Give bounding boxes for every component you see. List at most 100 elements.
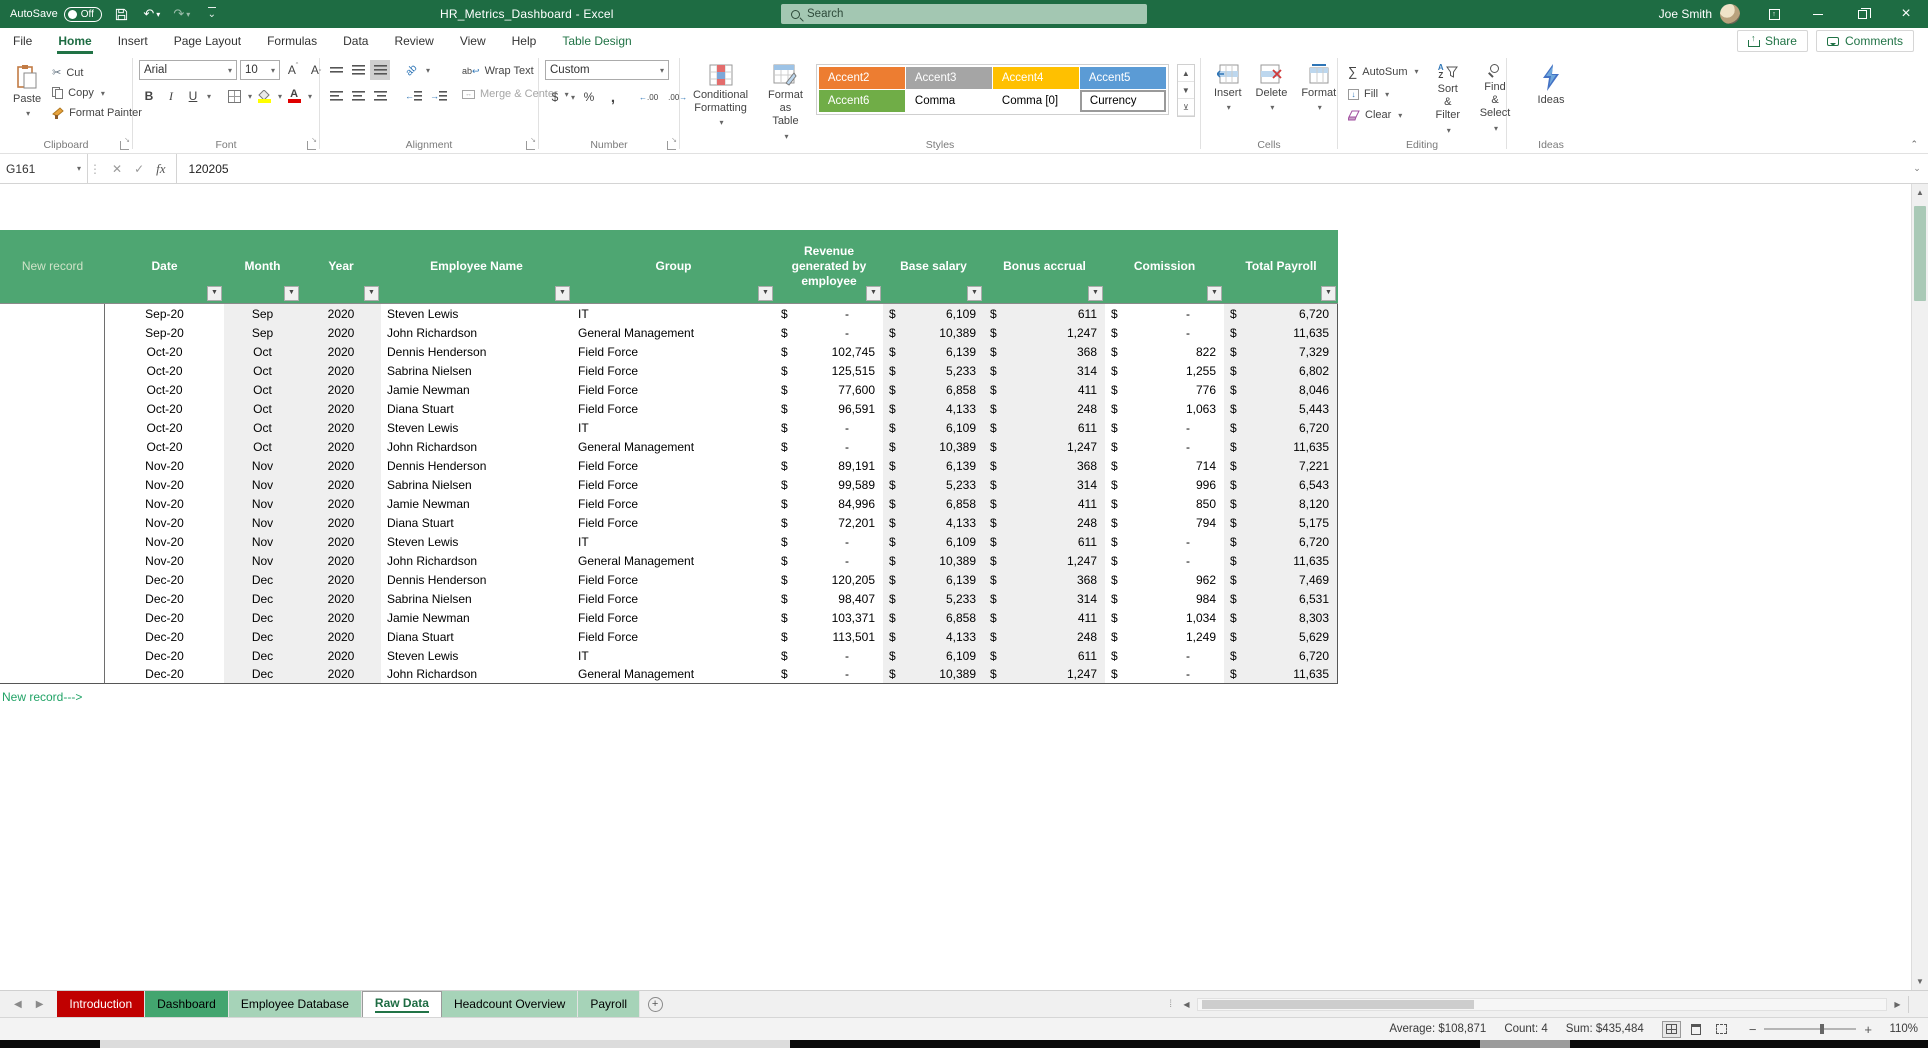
align-bottom-icon[interactable] bbox=[370, 60, 390, 80]
cell[interactable]: $1,247 bbox=[984, 437, 1105, 456]
tab-view[interactable]: View bbox=[447, 28, 499, 54]
new-record-cell[interactable] bbox=[0, 475, 105, 494]
underline-button[interactable]: U bbox=[183, 86, 203, 106]
cell[interactable]: Dec bbox=[224, 589, 301, 608]
cell[interactable]: John Richardson bbox=[381, 437, 572, 456]
cell[interactable]: Sep-20 bbox=[105, 323, 224, 342]
cell[interactable]: $102,745 bbox=[775, 342, 883, 361]
cell[interactable]: $6,109 bbox=[883, 532, 984, 551]
tab-file[interactable]: File bbox=[0, 28, 45, 54]
cell[interactable]: Sabrina Nielsen bbox=[381, 589, 572, 608]
worksheet[interactable]: New recordDate▼Month▼Year▼Employee Name▼… bbox=[0, 184, 1928, 990]
cell[interactable]: $125,515 bbox=[775, 361, 883, 380]
cell[interactable]: 2020 bbox=[301, 551, 381, 570]
enter-icon[interactable]: ✓ bbox=[134, 162, 144, 176]
cell[interactable]: Steven Lewis bbox=[381, 418, 572, 437]
tab-help[interactable]: Help bbox=[499, 28, 550, 54]
page-layout-view-icon[interactable] bbox=[1687, 1021, 1706, 1038]
sheet-nav-left-icon[interactable]: ◀ bbox=[14, 999, 22, 1010]
tab-home[interactable]: Home bbox=[45, 28, 104, 54]
new-record-cell[interactable] bbox=[0, 513, 105, 532]
cell[interactable]: $- bbox=[775, 418, 883, 437]
cell[interactable]: 2020 bbox=[301, 589, 381, 608]
cell[interactable]: Sep bbox=[224, 304, 301, 323]
new-record-cell[interactable] bbox=[0, 589, 105, 608]
cell[interactable]: Nov bbox=[224, 456, 301, 475]
cell[interactable]: $5,175 bbox=[1224, 513, 1338, 532]
cell[interactable]: $611 bbox=[984, 646, 1105, 665]
cell[interactable]: 2020 bbox=[301, 494, 381, 513]
cell[interactable]: 2020 bbox=[301, 475, 381, 494]
cell[interactable]: $1,247 bbox=[984, 323, 1105, 342]
zoom-slider[interactable] bbox=[1764, 1028, 1856, 1030]
scroll-down-icon[interactable]: ▼ bbox=[1912, 973, 1928, 990]
cell[interactable]: $- bbox=[775, 437, 883, 456]
cell[interactable]: Oct bbox=[224, 418, 301, 437]
cell[interactable]: $6,543 bbox=[1224, 475, 1338, 494]
cell[interactable]: Diana Stuart bbox=[381, 399, 572, 418]
cell[interactable]: $850 bbox=[1105, 494, 1224, 513]
cell[interactable]: $- bbox=[1105, 418, 1224, 437]
accounting-format-icon[interactable]: $ bbox=[545, 87, 565, 107]
cell[interactable]: Nov-20 bbox=[105, 513, 224, 532]
cell[interactable]: Dec bbox=[224, 627, 301, 646]
cell[interactable]: 2020 bbox=[301, 361, 381, 380]
cell[interactable]: Oct bbox=[224, 399, 301, 418]
vertical-scrollbar[interactable]: ▲ ▼ bbox=[1911, 184, 1928, 990]
cell[interactable]: Sep-20 bbox=[105, 304, 224, 323]
cell[interactable]: $120,205 bbox=[775, 570, 883, 589]
align-left-icon[interactable] bbox=[326, 86, 346, 106]
cell[interactable]: $6,720 bbox=[1224, 418, 1338, 437]
fill-color-dropdown[interactable]: ▾ bbox=[278, 92, 282, 101]
cell[interactable]: Sep bbox=[224, 323, 301, 342]
tab-insert[interactable]: Insert bbox=[105, 28, 161, 54]
cell[interactable]: Nov-20 bbox=[105, 532, 224, 551]
tab-formulas[interactable]: Formulas bbox=[254, 28, 330, 54]
cell[interactable]: Dec bbox=[224, 570, 301, 589]
filter-icon[interactable]: ▼ bbox=[1088, 286, 1103, 301]
save-icon[interactable] bbox=[112, 4, 132, 24]
increase-decimal-icon[interactable]: ←.00 bbox=[636, 87, 661, 107]
align-middle-icon[interactable] bbox=[348, 60, 368, 80]
gallery-scroll-up-icon[interactable]: ▲ bbox=[1178, 65, 1194, 82]
font-name-select[interactable]: Arial▾ bbox=[139, 60, 237, 80]
gallery-more-icon[interactable]: ⊻ bbox=[1178, 99, 1194, 116]
style-accent2[interactable]: Accent2 bbox=[819, 67, 905, 89]
new-record-cell[interactable] bbox=[0, 532, 105, 551]
cell[interactable]: $984 bbox=[1105, 589, 1224, 608]
cell[interactable]: $8,046 bbox=[1224, 380, 1338, 399]
new-record-cell[interactable] bbox=[0, 418, 105, 437]
cell[interactable]: $248 bbox=[984, 513, 1105, 532]
insert-function-icon[interactable]: fx bbox=[156, 161, 165, 177]
style-currency[interactable]: Currency bbox=[1080, 90, 1166, 112]
filter-icon[interactable]: ▼ bbox=[1321, 286, 1336, 301]
cell[interactable]: Field Force bbox=[572, 589, 775, 608]
new-record-cell[interactable] bbox=[0, 304, 105, 323]
cell[interactable]: Nov bbox=[224, 551, 301, 570]
cell[interactable]: General Management bbox=[572, 551, 775, 570]
zoom-out-icon[interactable]: − bbox=[1749, 1022, 1757, 1037]
format-as-table-button[interactable]: Format as Table▾ bbox=[761, 60, 810, 145]
cell[interactable]: $6,802 bbox=[1224, 361, 1338, 380]
cell[interactable]: Nov-20 bbox=[105, 551, 224, 570]
cell[interactable]: John Richardson bbox=[381, 551, 572, 570]
cell[interactable]: $77,600 bbox=[775, 380, 883, 399]
percent-style-icon[interactable]: % bbox=[579, 87, 599, 107]
style-accent5[interactable]: Accent5 bbox=[1080, 67, 1166, 89]
cell[interactable]: $- bbox=[1105, 304, 1224, 323]
cell[interactable]: $8,303 bbox=[1224, 608, 1338, 627]
cell[interactable]: IT bbox=[572, 532, 775, 551]
cell[interactable]: $411 bbox=[984, 380, 1105, 399]
cell[interactable]: $11,635 bbox=[1224, 323, 1338, 342]
cell[interactable]: $4,133 bbox=[883, 627, 984, 646]
cell[interactable]: Steven Lewis bbox=[381, 532, 572, 551]
name-box[interactable]: G161▾ bbox=[0, 154, 88, 183]
format-painter-button[interactable]: Format Painter bbox=[48, 105, 146, 121]
cell[interactable]: $6,858 bbox=[883, 380, 984, 399]
cell[interactable]: Dec-20 bbox=[105, 608, 224, 627]
share-button[interactable]: Share bbox=[1737, 30, 1808, 52]
cell[interactable]: $72,201 bbox=[775, 513, 883, 532]
sheet-tab-raw-data[interactable]: Raw Data bbox=[362, 991, 442, 1017]
horizontal-scroll-thumb[interactable] bbox=[1202, 1000, 1474, 1009]
minimize-button[interactable] bbox=[1796, 0, 1840, 28]
